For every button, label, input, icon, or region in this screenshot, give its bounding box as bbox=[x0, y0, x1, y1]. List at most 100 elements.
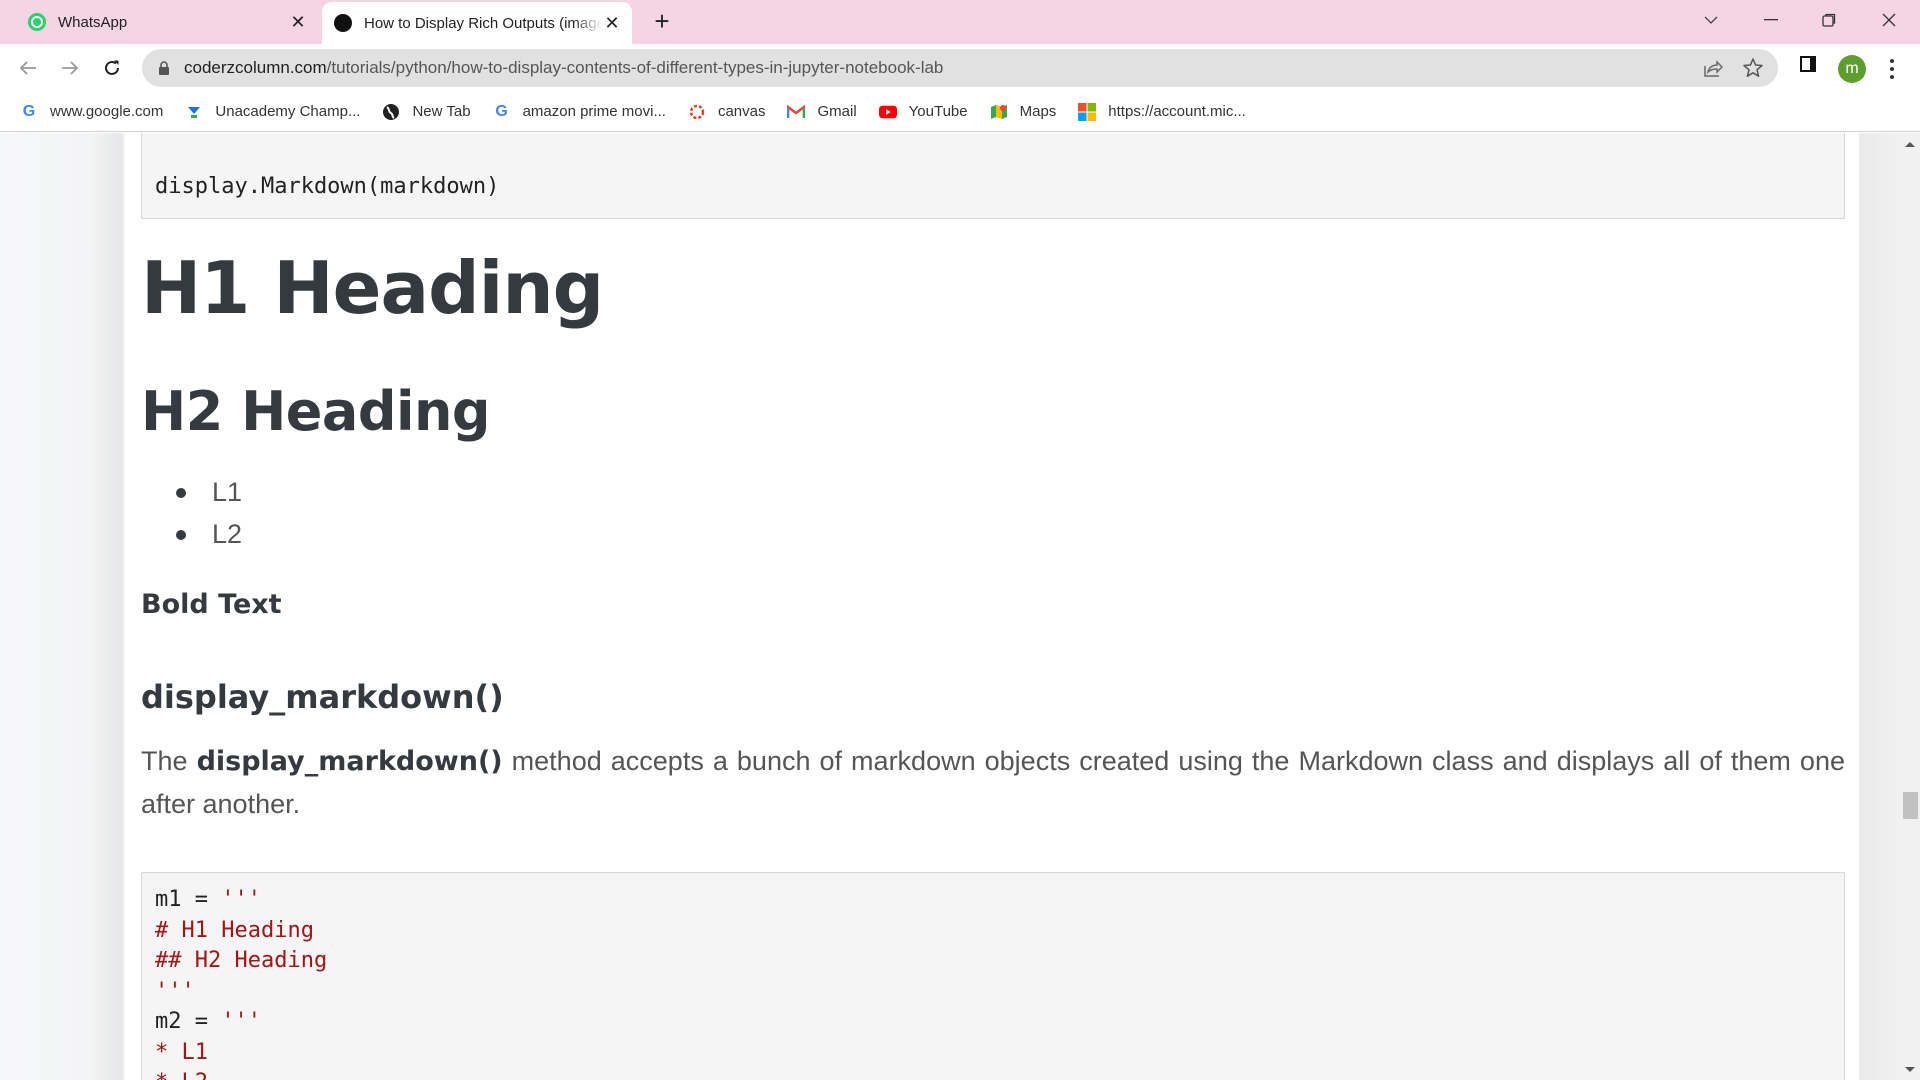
youtube-icon bbox=[878, 103, 897, 121]
restore-button[interactable] bbox=[1800, 0, 1858, 40]
profile-avatar[interactable]: m bbox=[1838, 55, 1866, 83]
close-icon bbox=[1882, 13, 1896, 27]
page-viewport: display.Markdown(markdown) H1 Heading H2… bbox=[0, 133, 1900, 1080]
rendered-bullet-list: L1 L2 bbox=[176, 471, 242, 555]
code-line: * L2 bbox=[155, 1068, 327, 1080]
bookmark-label: Unacademy Champ... bbox=[215, 103, 361, 120]
code-string: ## H2 Heading bbox=[155, 948, 328, 973]
code-string: * L2 bbox=[155, 1070, 208, 1080]
browser-toolbar: coderzcolumn.com/tutorials/python/how-to… bbox=[0, 44, 1920, 92]
microsoft-icon bbox=[1078, 102, 1097, 121]
tab-title: How to Display Rich Outputs (image, audi… bbox=[364, 14, 602, 32]
share-icon[interactable] bbox=[1702, 57, 1724, 79]
tab-search-button[interactable] bbox=[1682, 0, 1740, 40]
bookmark-unacademy[interactable]: Unacademy Champ... bbox=[185, 103, 360, 121]
reload-button[interactable] bbox=[94, 50, 130, 86]
bookmark-label: canvas bbox=[717, 103, 766, 120]
google-icon: G bbox=[495, 102, 508, 120]
paragraph-prefix: The bbox=[141, 746, 197, 776]
code-line: # H1 Heading bbox=[155, 916, 327, 947]
forward-arrow-icon bbox=[62, 61, 79, 75]
chevron-down-icon bbox=[1704, 16, 1718, 24]
restore-icon bbox=[1822, 13, 1836, 27]
bookmark-gmail[interactable]: Gmail bbox=[787, 103, 857, 121]
bookmark-label: www.google.com bbox=[50, 103, 164, 120]
address-bar[interactable]: coderzcolumn.com/tutorials/python/how-to… bbox=[142, 49, 1778, 87]
article-content: display.Markdown(markdown) H1 Heading H2… bbox=[126, 133, 1858, 1080]
bookmark-label: https://account.mic... bbox=[1108, 103, 1246, 120]
code-token: m1 = bbox=[155, 887, 222, 912]
canvas-icon bbox=[688, 103, 706, 121]
forward-button[interactable] bbox=[52, 50, 88, 86]
lock-icon[interactable] bbox=[158, 61, 170, 75]
bookmark-maps[interactable]: Maps bbox=[990, 103, 1057, 121]
bookmark-youtube[interactable]: YouTube bbox=[878, 103, 968, 121]
code-lines: m1 = ''' # H1 Heading ## H2 Heading ''' … bbox=[155, 885, 327, 1080]
code-string: ''' bbox=[221, 887, 261, 912]
url-path: /tutorials/python/how-to-display-content… bbox=[326, 58, 944, 77]
side-panel-icon[interactable] bbox=[1798, 54, 1818, 74]
bookmark-canvas[interactable]: canvas bbox=[688, 103, 766, 121]
google-icon: G bbox=[22, 102, 36, 120]
close-tab-icon[interactable]: ✕ bbox=[602, 13, 622, 33]
paragraph-method-name: display_markdown() bbox=[196, 746, 503, 777]
bookmark-label: YouTube bbox=[908, 103, 968, 120]
page-scrollbar[interactable] bbox=[1900, 133, 1920, 1080]
code-string: # H1 Heading bbox=[155, 917, 314, 943]
menu-kebab-icon[interactable] bbox=[1882, 56, 1902, 82]
arrow-down-icon bbox=[1905, 1066, 1915, 1072]
bookmark-label: New Tab bbox=[412, 103, 471, 120]
unacademy-icon bbox=[185, 103, 203, 121]
bookmark-label: Gmail bbox=[817, 103, 857, 120]
reload-icon bbox=[105, 60, 119, 75]
maps-icon bbox=[990, 103, 1008, 121]
minimize-button[interactable] bbox=[1742, 0, 1800, 40]
back-button[interactable] bbox=[10, 50, 46, 86]
minimize-icon bbox=[1764, 19, 1778, 21]
section-paragraph: The display_markdown() method accepts a … bbox=[141, 740, 1845, 825]
arrow-up-icon bbox=[1905, 141, 1915, 147]
code-block: display.Markdown(markdown) bbox=[141, 133, 1845, 219]
bookmark-star-icon[interactable] bbox=[1742, 57, 1764, 79]
section-heading: display_markdown() bbox=[141, 678, 504, 716]
bookmark-label: amazon prime movi... bbox=[522, 103, 666, 120]
bookmark-google[interactable]: G www.google.com bbox=[20, 102, 164, 121]
new-tab-button[interactable]: + bbox=[648, 8, 676, 36]
whatsapp-icon bbox=[28, 13, 46, 31]
code-line: ''' bbox=[155, 977, 327, 1008]
rendered-h1-heading: H1 Heading bbox=[141, 246, 604, 330]
scrollbar-thumb[interactable] bbox=[1903, 792, 1918, 819]
code-string: ''' bbox=[221, 1009, 261, 1034]
code-block: m1 = ''' # H1 Heading ## H2 Heading ''' … bbox=[141, 872, 1845, 1080]
globe-icon bbox=[382, 103, 400, 121]
bookmark-new-tab[interactable]: New Tab bbox=[382, 103, 471, 121]
code-line: ## H2 Heading bbox=[155, 946, 327, 977]
url-text[interactable]: coderzcolumn.com/tutorials/python/how-to… bbox=[184, 58, 943, 78]
bookmark-label: Maps bbox=[1019, 103, 1057, 120]
url-host: coderzcolumn.com bbox=[184, 58, 327, 77]
coderzcolumn-favicon bbox=[334, 14, 352, 32]
bookmarks-bar: G www.google.com Unacademy Champ... New … bbox=[0, 92, 1920, 132]
list-item: L1 bbox=[176, 471, 242, 513]
code-string: ''' bbox=[155, 978, 195, 1004]
scroll-up-button[interactable] bbox=[1900, 135, 1920, 153]
close-tab-icon[interactable]: ✕ bbox=[288, 12, 308, 32]
tab-strip: WhatsApp ✕ How to Display Rich Outputs (… bbox=[0, 0, 1920, 44]
code-string: * L1 bbox=[155, 1039, 208, 1065]
code-line: m2 = ''' bbox=[155, 1007, 327, 1038]
scroll-down-button[interactable] bbox=[1900, 1060, 1920, 1078]
tab-whatsapp[interactable]: WhatsApp ✕ bbox=[16, 0, 318, 44]
code-line: * L1 bbox=[155, 1038, 327, 1069]
tab-coderzcolumn[interactable]: How to Display Rich Outputs (image, audi… bbox=[322, 2, 632, 44]
bookmark-microsoft-account[interactable]: https://account.mic... bbox=[1078, 102, 1246, 121]
list-item: L2 bbox=[176, 513, 242, 555]
code-line: m1 = ''' bbox=[155, 885, 327, 916]
code-line: display.Markdown(markdown) bbox=[155, 174, 500, 199]
close-window-button[interactable] bbox=[1860, 0, 1918, 40]
rendered-bold-text: Bold Text bbox=[141, 589, 282, 620]
tab-title: WhatsApp bbox=[58, 13, 128, 31]
rendered-h2-heading: H2 Heading bbox=[141, 380, 491, 443]
code-token: m2 = bbox=[155, 1009, 222, 1034]
bookmark-amazon-prime[interactable]: G amazon prime movi... bbox=[493, 103, 666, 121]
gmail-icon bbox=[787, 103, 806, 121]
